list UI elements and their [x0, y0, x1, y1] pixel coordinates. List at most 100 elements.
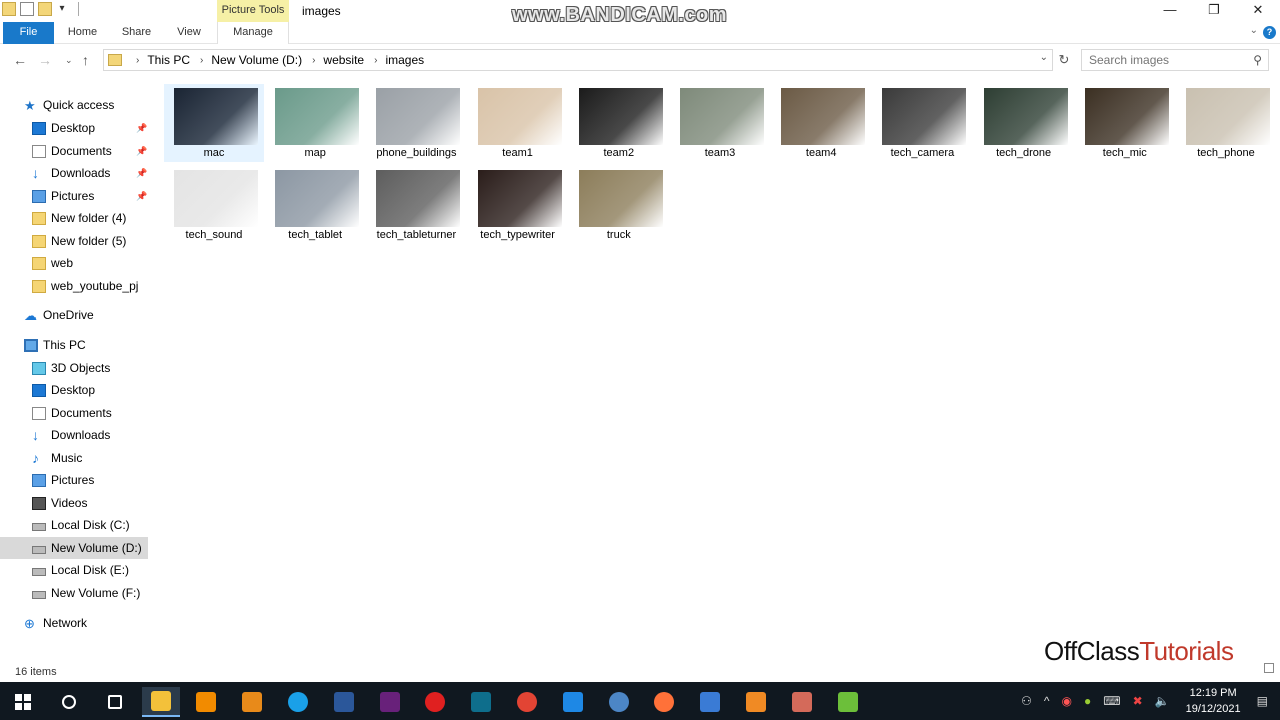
- file-item[interactable]: tech_phone: [1176, 84, 1276, 162]
- breadcrumb-website[interactable]: website: [323, 53, 364, 67]
- sidebar-item-new-folder-4[interactable]: New folder (4): [0, 207, 148, 229]
- customize-toolbar-icon[interactable]: ▾: [56, 2, 68, 16]
- file-item[interactable]: tech_sound: [164, 166, 264, 244]
- sidebar-item-new-volume-f[interactable]: New Volume (F:): [0, 582, 148, 604]
- file-item[interactable]: team3: [670, 84, 770, 162]
- sidebar-item-documents[interactable]: Documents 📌: [0, 140, 148, 162]
- pin-icon[interactable]: 📌: [136, 191, 147, 202]
- help-icon[interactable]: ?: [1263, 26, 1276, 39]
- file-item[interactable]: mac: [164, 84, 264, 162]
- tab-view[interactable]: View: [168, 22, 210, 44]
- expand-ribbon-icon[interactable]: ⌄: [1250, 25, 1258, 36]
- file-item[interactable]: tech_mic: [1075, 84, 1175, 162]
- taskbar-app[interactable]: [508, 687, 546, 717]
- file-item[interactable]: tech_typewriter: [468, 166, 568, 244]
- tab-file[interactable]: File: [3, 22, 54, 44]
- network-status-icon[interactable]: ✖: [1133, 694, 1143, 708]
- breadcrumb-this-pc[interactable]: This PC: [147, 53, 190, 67]
- taskbar-app[interactable]: [691, 687, 729, 717]
- pin-icon[interactable]: 📌: [136, 146, 147, 157]
- file-item[interactable]: phone_buildings: [366, 84, 466, 162]
- chevron-up-icon[interactable]: ^: [1044, 694, 1050, 708]
- taskbar-app[interactable]: [50, 687, 88, 717]
- sidebar-item-downloads-pc[interactable]: ↓ Downloads: [0, 424, 148, 446]
- tab-manage[interactable]: Manage: [217, 22, 289, 44]
- file-item[interactable]: tech_drone: [974, 84, 1074, 162]
- minimize-button[interactable]: —: [1148, 0, 1192, 22]
- clock[interactable]: 12:19 PM 19/12/2021: [1186, 685, 1241, 717]
- search-box[interactable]: ⚲: [1081, 49, 1269, 71]
- sidebar-item-videos[interactable]: Videos: [0, 492, 148, 514]
- sidebar-item-music[interactable]: ♪ Music: [0, 447, 148, 469]
- recent-locations-icon[interactable]: ⌄: [65, 55, 73, 66]
- up-button[interactable]: ↑: [82, 52, 89, 68]
- taskbar-app[interactable]: [371, 687, 409, 717]
- sidebar-item-local-disk-c[interactable]: Local Disk (C:): [0, 514, 148, 536]
- sidebar-onedrive[interactable]: ☁ OneDrive: [0, 304, 148, 326]
- breadcrumb-images[interactable]: images: [385, 53, 424, 67]
- people-icon[interactable]: ⚇: [1021, 694, 1032, 708]
- sidebar-item-3d-objects[interactable]: 3D Objects: [0, 357, 148, 379]
- close-button[interactable]: ✕: [1236, 0, 1280, 22]
- folder-icon[interactable]: [2, 2, 16, 16]
- tab-home[interactable]: Home: [60, 22, 105, 44]
- taskbar-app[interactable]: [829, 687, 867, 717]
- sidebar-item-desktop-pc[interactable]: Desktop: [0, 379, 148, 401]
- sidebar-item-web-youtube-pj[interactable]: web_youtube_pj: [0, 275, 148, 297]
- ime-icon[interactable]: ⌨: [1103, 694, 1120, 708]
- back-button[interactable]: ←: [13, 52, 27, 68]
- taskbar-app[interactable]: [325, 687, 363, 717]
- refresh-button[interactable]: ↻: [1055, 49, 1073, 71]
- start-button[interactable]: [4, 687, 42, 717]
- notifications-icon[interactable]: ▤: [1257, 694, 1268, 708]
- file-item[interactable]: team1: [468, 84, 568, 162]
- new-folder-icon[interactable]: [38, 2, 52, 16]
- sidebar-item-desktop[interactable]: Desktop 📌: [0, 117, 148, 139]
- brand-watermark: OffClassTutorials: [1044, 636, 1234, 667]
- taskbar-app[interactable]: [187, 687, 225, 717]
- record-tray-icon[interactable]: ◉: [1062, 694, 1072, 708]
- taskbar-app[interactable]: [233, 687, 271, 717]
- search-input[interactable]: [1082, 50, 1242, 70]
- taskbar-app[interactable]: [141, 687, 180, 717]
- chevron-down-icon[interactable]: ⌄: [1040, 52, 1048, 63]
- sidebar-item-new-folder-5[interactable]: New folder (5): [0, 230, 148, 252]
- pin-icon[interactable]: 📌: [136, 123, 147, 134]
- sidebar-item-pictures[interactable]: Pictures 📌: [0, 185, 148, 207]
- file-item[interactable]: truck: [569, 166, 669, 244]
- taskbar-app[interactable]: [645, 687, 683, 717]
- address-bar[interactable]: › This PC › New Volume (D:) › website › …: [103, 49, 1053, 71]
- sidebar-network[interactable]: ⊕ Network: [0, 612, 148, 634]
- file-item[interactable]: tech_camera: [872, 84, 972, 162]
- volume-icon[interactable]: 🔈: [1155, 694, 1170, 708]
- file-item[interactable]: team4: [771, 84, 871, 162]
- taskbar-app[interactable]: [554, 687, 592, 717]
- sidebar-quick-access[interactable]: ★ Quick access: [24, 94, 148, 116]
- sidebar-item-pictures-pc[interactable]: Pictures: [0, 469, 148, 491]
- taskbar-app[interactable]: [279, 687, 317, 717]
- taskbar-app[interactable]: [416, 687, 454, 717]
- file-item[interactable]: team2: [569, 84, 669, 162]
- pin-icon[interactable]: 📌: [136, 168, 147, 179]
- taskbar-app[interactable]: [462, 687, 500, 717]
- sidebar-item-documents-pc[interactable]: Documents: [0, 402, 148, 424]
- tab-share[interactable]: Share: [114, 22, 159, 44]
- breadcrumb-new-volume-d[interactable]: New Volume (D:): [211, 53, 302, 67]
- taskbar-app[interactable]: [783, 687, 821, 717]
- sidebar-this-pc[interactable]: This PC: [0, 334, 148, 356]
- file-item[interactable]: tech_tablet: [265, 166, 365, 244]
- file-item[interactable]: map: [265, 84, 365, 162]
- tray-app-icon[interactable]: ●: [1084, 694, 1091, 708]
- taskbar-app[interactable]: [600, 687, 638, 717]
- sidebar-item-web[interactable]: web: [0, 252, 148, 274]
- sidebar-item-downloads[interactable]: ↓ Downloads 📌: [0, 162, 148, 184]
- forward-button[interactable]: →: [38, 52, 52, 68]
- sidebar-item-local-disk-e[interactable]: Local Disk (E:): [0, 559, 148, 581]
- file-item[interactable]: tech_tableturner: [366, 166, 466, 244]
- taskbar-app[interactable]: [96, 687, 134, 717]
- properties-icon[interactable]: [20, 2, 34, 16]
- details-view-icon[interactable]: [1264, 663, 1274, 673]
- restore-button[interactable]: ❐: [1192, 0, 1236, 22]
- taskbar-app[interactable]: [737, 687, 775, 717]
- sidebar-item-new-volume-d[interactable]: New Volume (D:): [0, 537, 148, 559]
